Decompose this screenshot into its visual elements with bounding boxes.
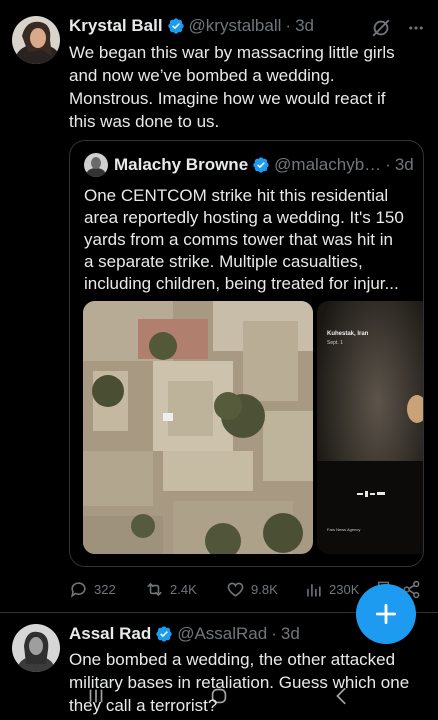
quote-header: Malachy Browne @malachyb… · 3d (114, 155, 414, 175)
reply-button[interactable]: 322 (69, 580, 116, 599)
video-credit: Fars News Agency (327, 527, 361, 532)
compose-button[interactable] (356, 584, 416, 644)
like-count: 9.8K (251, 582, 278, 597)
video-location: Kuhestak, Iran (327, 331, 369, 337)
quote-author-name[interactable]: Malachy Browne (114, 155, 248, 175)
timestamp[interactable]: 3d (281, 624, 300, 644)
verified-badge-icon (167, 17, 185, 35)
home-icon (211, 688, 227, 704)
tweet-text: We began this war by massacring little g… (69, 43, 395, 131)
repost-icon (147, 582, 162, 597)
verified-badge-icon (252, 156, 270, 174)
views-count: 230K (329, 582, 360, 597)
recents-icon (89, 689, 103, 703)
views-button[interactable]: 230K (304, 580, 359, 599)
like-button[interactable]: 9.8K (226, 580, 278, 599)
home-button[interactable] (199, 680, 239, 712)
author-handle[interactable]: @krystalball (189, 16, 282, 36)
repost-count: 2.4K (170, 582, 197, 597)
quote-author-handle[interactable]: @malachyb… (274, 155, 381, 175)
repost-button[interactable]: 2.4K (145, 580, 197, 599)
system-nav-bar (0, 672, 438, 720)
avatar[interactable] (12, 16, 60, 64)
author-handle[interactable]: @AssalRad (177, 624, 267, 644)
heart-icon (227, 582, 244, 597)
more-options-icon[interactable] (404, 19, 432, 37)
author-name[interactable]: Krystal Ball (69, 16, 163, 36)
reply-icon (70, 582, 86, 598)
verified-badge-icon (155, 625, 173, 643)
video-date: Sept. 1 (327, 340, 343, 346)
satellite-image[interactable] (83, 301, 313, 554)
tweet-header: Krystal Ball @krystalball · 3d (69, 16, 314, 36)
avatar[interactable] (12, 624, 60, 672)
tweet-header: Assal Rad @AssalRad · 3d (69, 624, 300, 644)
back-button[interactable] (322, 680, 362, 712)
video-thumbnail[interactable]: Kuhestak, Iran Sept. 1 Fars News Agency (317, 301, 423, 554)
quote-timestamp[interactable]: 3d (395, 155, 414, 175)
plus-icon (375, 603, 397, 625)
fars-news-logo (357, 485, 385, 497)
quoted-tweet[interactable]: Malachy Browne @malachyb… · 3d One CENTC… (69, 140, 424, 567)
reply-count: 322 (94, 582, 116, 597)
tweet-krystal-ball[interactable]: Krystal Ball @krystalball · 3d We began … (0, 0, 438, 612)
timestamp[interactable]: 3d (295, 16, 314, 36)
quote-avatar[interactable] (84, 153, 108, 177)
quote-text: One CENTCOM strike hit this residential … (84, 186, 404, 293)
grok-icon[interactable] (370, 17, 392, 39)
author-name[interactable]: Assal Rad (69, 624, 151, 644)
recent-apps-button[interactable] (76, 680, 116, 712)
back-chevron-icon (336, 687, 346, 705)
views-icon (307, 583, 321, 597)
